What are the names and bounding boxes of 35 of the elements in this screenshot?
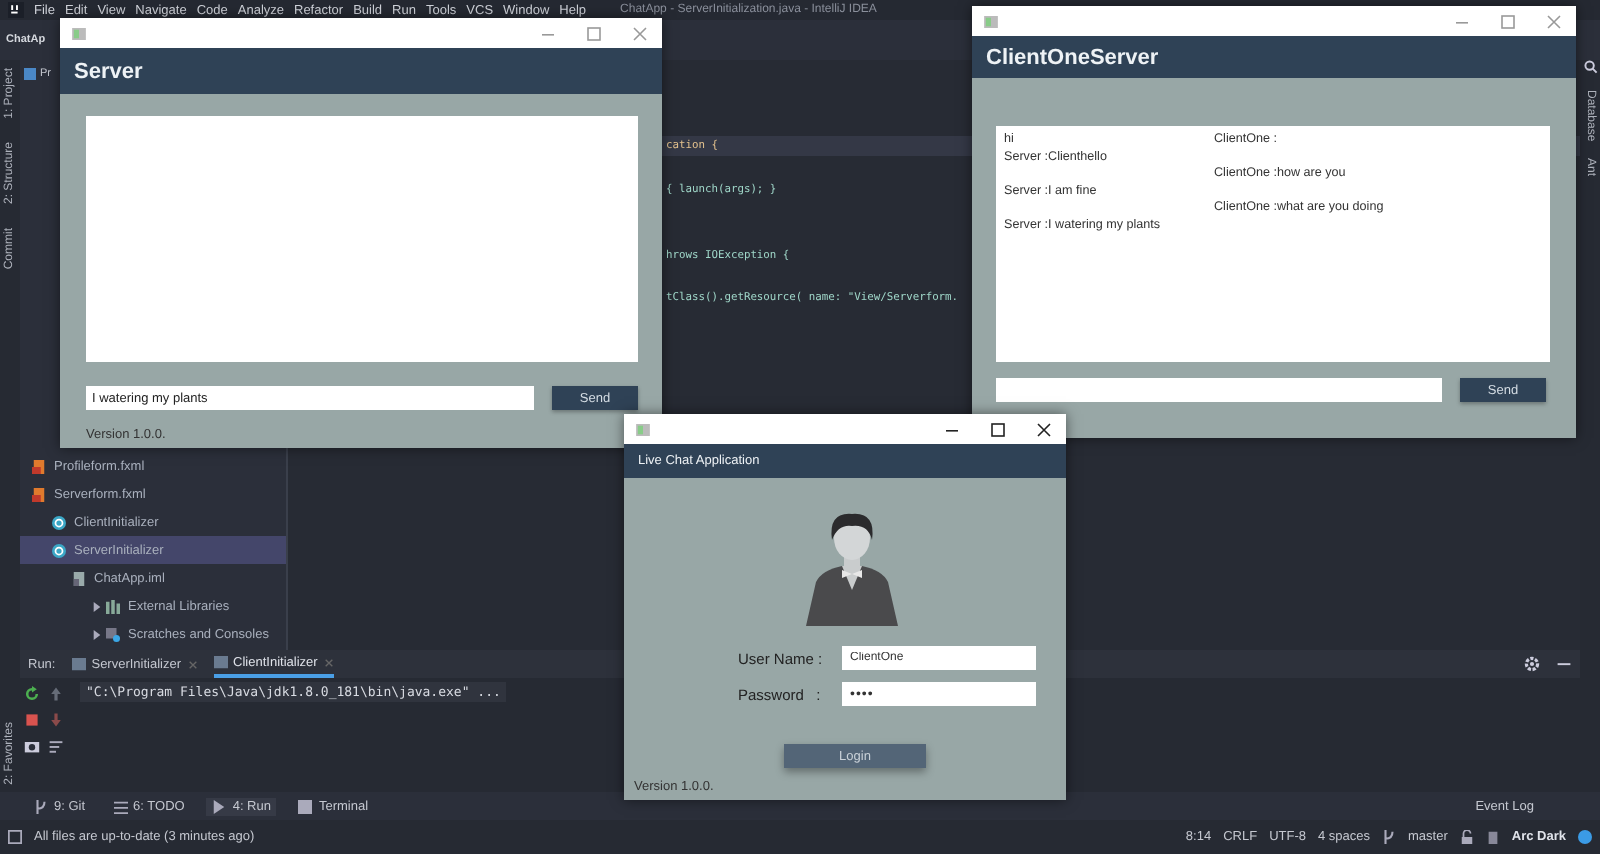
up-arrow-icon[interactable] — [48, 686, 64, 702]
wrap-icon[interactable] — [48, 738, 64, 754]
message-input[interactable] — [996, 378, 1442, 402]
project-icon — [24, 68, 36, 80]
header-title: Server — [74, 59, 143, 83]
window-icon — [213, 655, 228, 669]
camera-icon[interactable] — [24, 738, 40, 754]
file-icon — [32, 459, 46, 473]
maximize-icon[interactable] — [988, 419, 1008, 439]
library-icon — [106, 599, 120, 613]
app-icon — [636, 423, 650, 435]
app-icon — [72, 27, 86, 39]
lock-icon[interactable] — [1459, 830, 1474, 844]
git-icon — [34, 799, 48, 813]
checkbox-icon[interactable] — [8, 830, 22, 844]
theme-icon[interactable] — [1578, 830, 1592, 844]
run-icon — [212, 799, 227, 813]
file-icon — [72, 571, 86, 585]
rerun-icon[interactable] — [24, 686, 40, 702]
scratches-icon — [106, 627, 120, 641]
todo-icon — [113, 799, 128, 813]
caret-icon[interactable] — [92, 601, 102, 611]
user-avatar-icon — [801, 510, 901, 626]
settings-icon[interactable] — [1524, 656, 1540, 672]
caret-icon[interactable] — [92, 629, 102, 639]
branch-icon — [1382, 830, 1397, 844]
close-icon[interactable] — [1034, 419, 1054, 439]
header-title: ClientOneServer — [986, 45, 1159, 69]
memory-icon[interactable] — [1485, 830, 1500, 844]
file-icon — [32, 487, 46, 501]
search-icon[interactable] — [1583, 60, 1597, 74]
app-icon — [984, 15, 998, 27]
window-icon — [71, 657, 86, 671]
terminal-icon — [298, 799, 313, 813]
stop-icon[interactable] — [24, 712, 40, 728]
